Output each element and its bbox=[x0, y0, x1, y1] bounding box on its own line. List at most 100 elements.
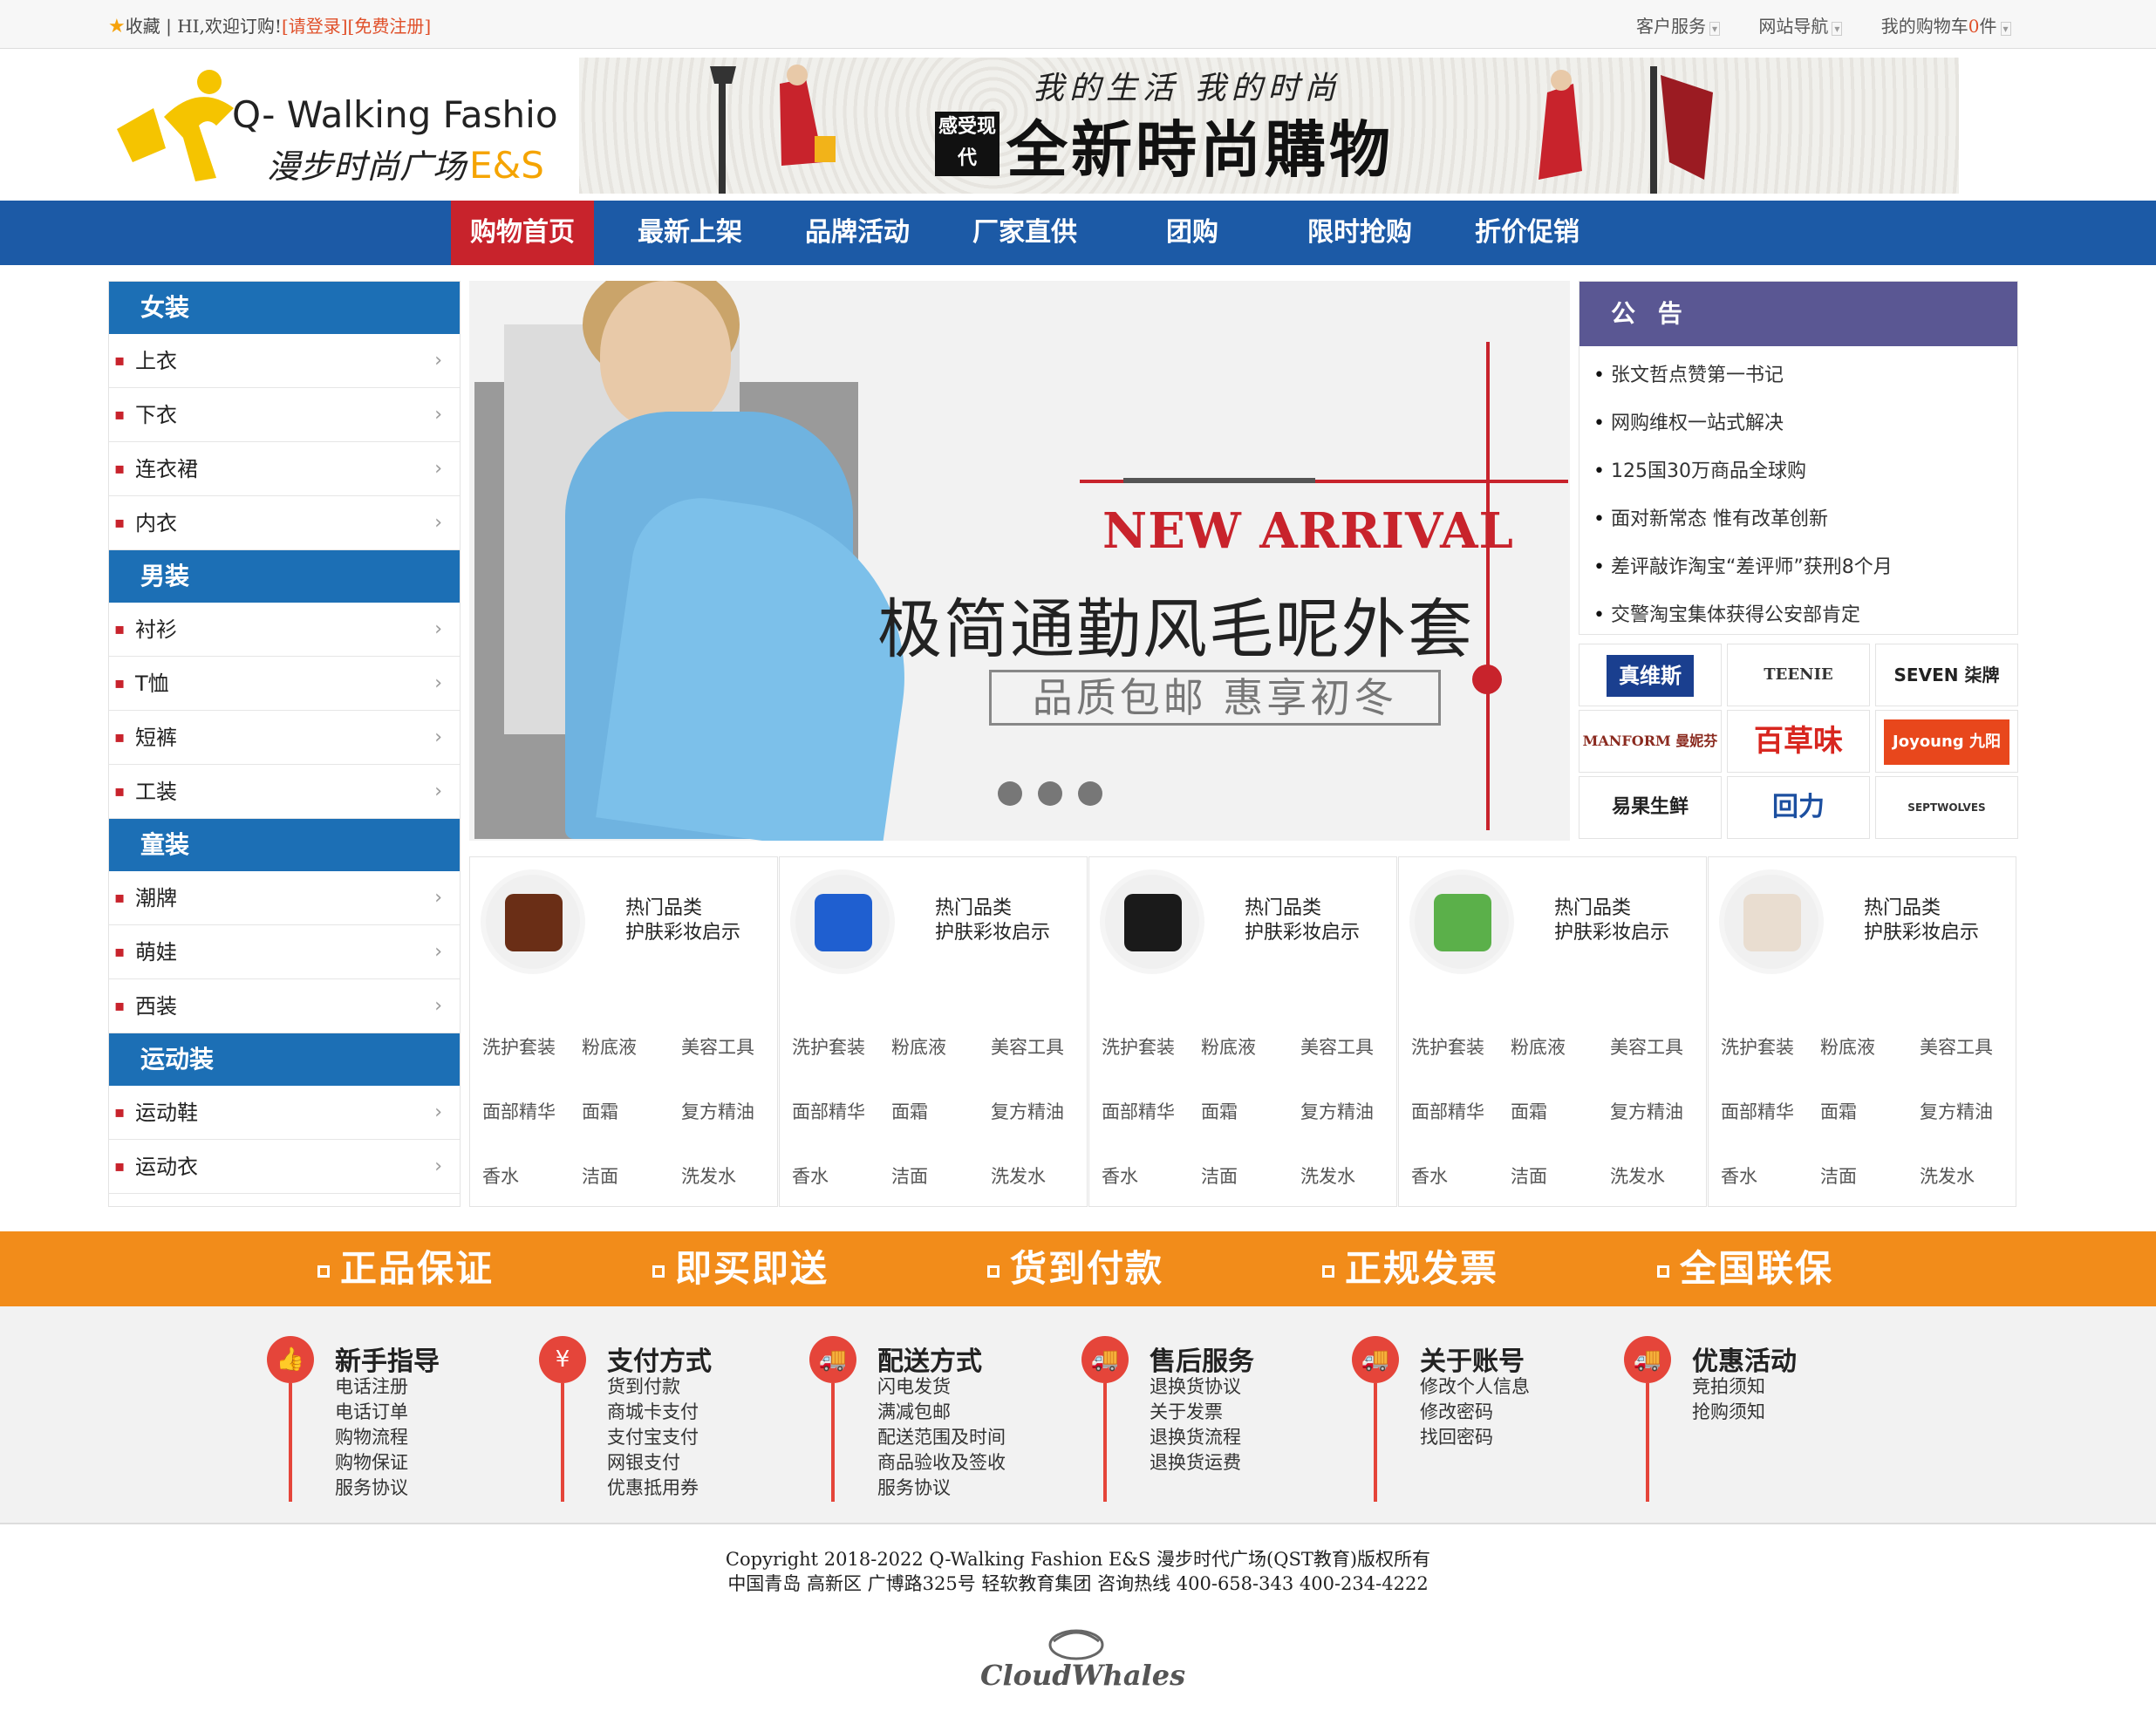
nav-home[interactable]: 购物首页 bbox=[451, 201, 594, 265]
brand-logo[interactable]: 易果生鲜 bbox=[1579, 776, 1722, 839]
product-keyword-link[interactable]: 复方精油 bbox=[991, 1098, 1064, 1124]
category-item[interactable]: ▪ 短裤 › bbox=[109, 711, 460, 765]
help-link[interactable]: 商品验收及签收 bbox=[877, 1450, 1006, 1476]
category-item[interactable]: ▪ 上衣 › bbox=[109, 334, 460, 388]
help-link[interactable]: 网银支付 bbox=[607, 1450, 699, 1476]
slider-dot[interactable] bbox=[998, 781, 1022, 806]
product-keyword-link[interactable]: 复方精油 bbox=[681, 1098, 754, 1124]
product-keyword-link[interactable]: 香水 bbox=[1721, 1162, 1757, 1189]
notice-item[interactable]: 张文哲点赞第一书记 bbox=[1593, 351, 2017, 399]
product-keyword-link[interactable]: 面霜 bbox=[1511, 1098, 1547, 1124]
category-item[interactable]: ▪ T恤 › bbox=[109, 657, 460, 711]
product-keyword-link[interactable]: 香水 bbox=[1411, 1162, 1448, 1189]
notice-item[interactable]: 125国30万商品全球购 bbox=[1593, 447, 2017, 495]
product-keyword-link[interactable]: 面部精华 bbox=[792, 1098, 865, 1124]
login-link[interactable]: [请登录] bbox=[282, 16, 348, 37]
product-keyword-link[interactable]: 粉底液 bbox=[891, 1033, 946, 1060]
help-link[interactable]: 闪电发货 bbox=[877, 1374, 1006, 1400]
help-column-title[interactable]: 售后服务 bbox=[1150, 1340, 1254, 1378]
customer-service-menu[interactable]: 客户服务 ▾ bbox=[1636, 16, 1721, 37]
product-keyword-link[interactable]: 洗发水 bbox=[1920, 1162, 1975, 1189]
product-keyword-link[interactable]: 洗发水 bbox=[991, 1162, 1046, 1189]
product-keyword-link[interactable]: 洗护套装 bbox=[1721, 1033, 1794, 1060]
category-item[interactable]: ▪ 衬衫 › bbox=[109, 603, 460, 657]
product-keyword-link[interactable]: 洁面 bbox=[891, 1162, 928, 1189]
product-keyword-link[interactable]: 粉底液 bbox=[582, 1033, 637, 1060]
favorite-link[interactable]: 收藏 bbox=[126, 16, 160, 37]
product-card[interactable]: 热门品类 护肤彩妆启示 洗护套装 粉底液 美容工具 面部精华 面霜 复方精油 香水 洁面 洗发水 bbox=[1708, 856, 2016, 1207]
product-keyword-link[interactable]: 美容工具 bbox=[991, 1033, 1064, 1060]
notice-item[interactable]: 面对新常态 惟有改革创新 bbox=[1593, 495, 2017, 543]
help-link[interactable]: 服务协议 bbox=[335, 1476, 408, 1501]
help-link[interactable]: 抢购须知 bbox=[1692, 1400, 1765, 1425]
product-image[interactable] bbox=[790, 869, 895, 974]
product-keyword-link[interactable]: 面霜 bbox=[1201, 1098, 1238, 1124]
category-item[interactable]: ▪ 连衣裙 › bbox=[109, 442, 460, 496]
help-link[interactable]: 货到付款 bbox=[607, 1374, 699, 1400]
header-banner[interactable]: 我的生活 我的时尚 感受现代 全新時尚購物 bbox=[579, 58, 1959, 194]
product-keyword-link[interactable]: 洗发水 bbox=[1300, 1162, 1355, 1189]
category-header-women[interactable]: 女装 bbox=[109, 282, 460, 334]
category-item[interactable]: ▪ 内衣 › bbox=[109, 496, 460, 550]
brand-logo[interactable]: 回力 bbox=[1727, 776, 1870, 839]
help-link[interactable]: 找回密码 bbox=[1420, 1425, 1530, 1450]
category-item[interactable]: ▪ 工装 › bbox=[109, 765, 460, 819]
product-keyword-link[interactable]: 洁面 bbox=[1201, 1162, 1238, 1189]
help-link[interactable]: 购物流程 bbox=[335, 1425, 408, 1450]
category-item[interactable]: ▪ 运动衣 › bbox=[109, 1140, 460, 1194]
brand-logo[interactable]: Joyoung 九阳 bbox=[1875, 710, 2018, 773]
product-keyword-link[interactable]: 复方精油 bbox=[1300, 1098, 1374, 1124]
help-column-title[interactable]: 支付方式 bbox=[607, 1340, 712, 1378]
nav-new-arrivals[interactable]: 最新上架 bbox=[618, 201, 761, 265]
help-link[interactable]: 修改个人信息 bbox=[1420, 1374, 1530, 1400]
brand-logo[interactable]: SEPTWOLVES bbox=[1875, 776, 2018, 839]
product-card[interactable]: 热门品类 护肤彩妆启示 洗护套装 粉底液 美容工具 面部精华 面霜 复方精油 香水 洁面 洗发水 bbox=[469, 856, 778, 1207]
product-keyword-link[interactable]: 复方精油 bbox=[1920, 1098, 1993, 1124]
product-keyword-link[interactable]: 洁面 bbox=[582, 1162, 618, 1189]
category-item[interactable]: ▪ 运动鞋 › bbox=[109, 1086, 460, 1140]
cart-menu[interactable]: 我的购物车0件 ▾ bbox=[1881, 16, 2011, 37]
notice-item[interactable]: 网购维权一站式解决 bbox=[1593, 399, 2017, 447]
help-link[interactable]: 优惠抵用券 bbox=[607, 1476, 699, 1501]
product-keyword-link[interactable]: 洗发水 bbox=[1610, 1162, 1665, 1189]
slider-dot[interactable] bbox=[1078, 781, 1102, 806]
help-link[interactable]: 满减包邮 bbox=[877, 1400, 1006, 1425]
slider-dot[interactable] bbox=[1038, 781, 1062, 806]
product-keyword-link[interactable]: 面部精华 bbox=[482, 1098, 556, 1124]
help-link[interactable]: 电话注册 bbox=[335, 1374, 408, 1400]
help-column-title[interactable]: 优惠活动 bbox=[1692, 1340, 1797, 1378]
category-item[interactable]: ▪ 下衣 › bbox=[109, 388, 460, 442]
nav-discount[interactable]: 折价促销 bbox=[1456, 201, 1599, 265]
product-image[interactable] bbox=[1409, 869, 1514, 974]
nav-flash-sale[interactable]: 限时抢购 bbox=[1288, 201, 1431, 265]
product-keyword-link[interactable]: 洁面 bbox=[1820, 1162, 1857, 1189]
help-link[interactable]: 购物保证 bbox=[335, 1450, 408, 1476]
help-link[interactable]: 竞拍须知 bbox=[1692, 1374, 1765, 1400]
product-keyword-link[interactable]: 洗护套装 bbox=[1102, 1033, 1175, 1060]
product-keyword-link[interactable]: 面霜 bbox=[582, 1098, 618, 1124]
help-link[interactable]: 电话订单 bbox=[335, 1400, 408, 1425]
brand-logo[interactable]: SEVEN 柒牌 bbox=[1875, 644, 2018, 706]
help-link[interactable]: 配送范围及时间 bbox=[877, 1425, 1006, 1450]
brand-logo[interactable]: MANFORM 曼妮芬 bbox=[1579, 710, 1722, 773]
product-card[interactable]: 热门品类 护肤彩妆启示 洗护套装 粉底液 美容工具 面部精华 面霜 复方精油 香水 洁面 洗发水 bbox=[1088, 856, 1397, 1207]
site-nav-menu[interactable]: 网站导航 ▾ bbox=[1758, 16, 1843, 37]
product-keyword-link[interactable]: 粉底液 bbox=[1201, 1033, 1256, 1060]
notice-item[interactable]: 交警淘宝集体获得公安部肯定 bbox=[1593, 591, 2017, 639]
product-card[interactable]: 热门品类 护肤彩妆启示 洗护套装 粉底液 美容工具 面部精华 面霜 复方精油 香水 洁面 洗发水 bbox=[1398, 856, 1707, 1207]
nav-brand-events[interactable]: 品牌活动 bbox=[786, 201, 929, 265]
brand-logo[interactable]: 百草味 bbox=[1727, 710, 1870, 773]
product-keyword-link[interactable]: 香水 bbox=[482, 1162, 519, 1189]
help-link[interactable]: 退换货运费 bbox=[1150, 1450, 1241, 1476]
help-link[interactable]: 商城卡支付 bbox=[607, 1400, 699, 1425]
product-keyword-link[interactable]: 美容工具 bbox=[1300, 1033, 1374, 1060]
product-keyword-link[interactable]: 粉底液 bbox=[1820, 1033, 1875, 1060]
hero-slider[interactable]: NEW ARRIVAL 极简通勤风毛呢外套 品质包邮 惠享初冬 bbox=[469, 281, 1570, 841]
help-link[interactable]: 服务协议 bbox=[877, 1476, 1006, 1501]
product-image[interactable] bbox=[1719, 869, 1824, 974]
product-keyword-link[interactable]: 洗护套装 bbox=[1411, 1033, 1484, 1060]
notice-item[interactable]: 差评敲诈淘宝“差评师”获刑8个月 bbox=[1593, 543, 2017, 591]
product-keyword-link[interactable]: 面部精华 bbox=[1721, 1098, 1794, 1124]
product-keyword-link[interactable]: 美容工具 bbox=[681, 1033, 754, 1060]
help-link[interactable]: 支付宝支付 bbox=[607, 1425, 699, 1450]
